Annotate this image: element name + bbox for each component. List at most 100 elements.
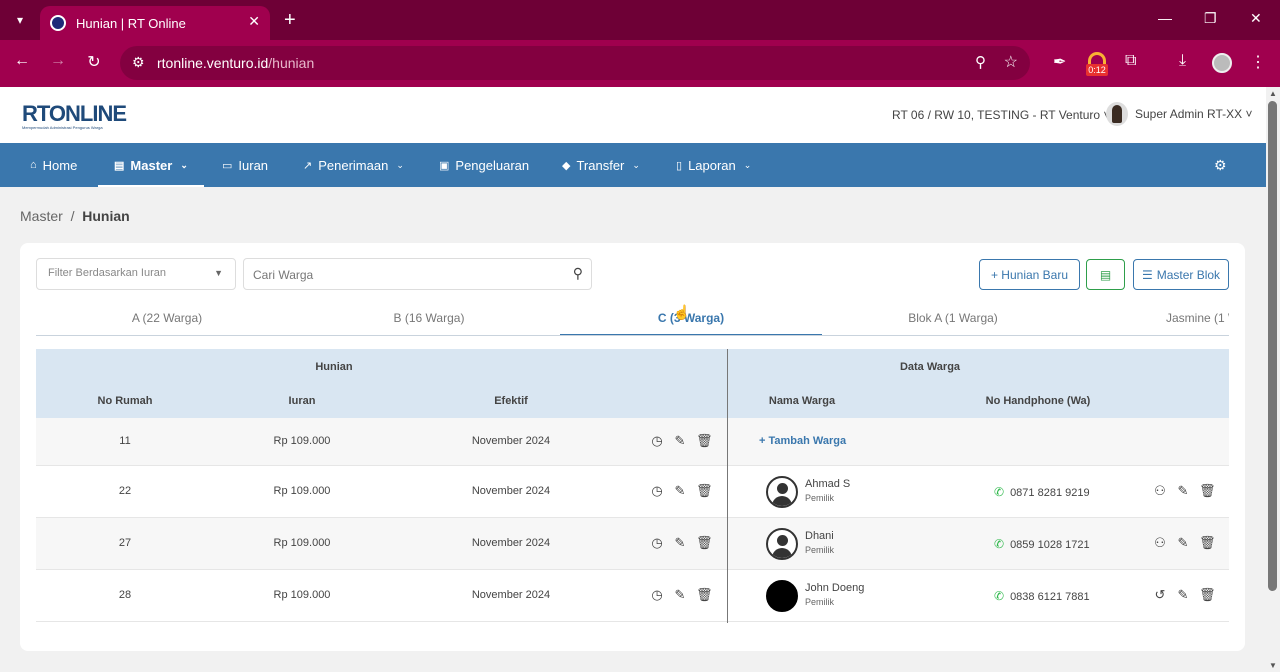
header-no-handphone: No Handphone (Wa) <box>985 395 1091 407</box>
edit-icon[interactable]: ✎ <box>673 587 687 603</box>
menu-iuran[interactable]: ▭ Iuran <box>222 143 268 187</box>
zoom-icon[interactable]: ⚲ <box>975 53 986 71</box>
user-menu[interactable]: Super Admin RT-XX ˅ <box>1106 102 1253 126</box>
bookmark-star-icon[interactable]: ☆ <box>1004 52 1018 72</box>
tab-blok-a-named[interactable]: Blok A (1 Warga) <box>822 303 1084 335</box>
forward-icon[interactable]: → <box>46 52 70 70</box>
scroll-down-icon[interactable]: ▼ <box>1269 661 1277 670</box>
warga-phone[interactable]: ✆ 0859 1028 1721 <box>994 537 1090 551</box>
browser-menu-icon[interactable]: ⋮ <box>1250 52 1266 72</box>
add-hunian-button[interactable]: + Hunian Baru <box>979 259 1080 290</box>
search-icon[interactable]: ⚲ <box>573 265 583 282</box>
tab-blok-b[interactable]: B (16 Warga) <box>298 303 560 335</box>
tab-blok-c[interactable]: C (3 Warga) <box>560 303 822 335</box>
rt-selector[interactable]: RT 06 / RW 10, TESTING - RT Venturo ˅ <box>892 108 1110 122</box>
new-tab-icon[interactable]: + <box>284 8 296 32</box>
download-icon[interactable]: ⤓ <box>1179 52 1186 70</box>
efektif-value: November 2024 <box>471 485 551 497</box>
header-group-warga: Data Warga <box>899 361 961 373</box>
table-row: 22 Rp 109.000 November 2024 ◷ ✎ 🗑 Ahmad S … <box>36 466 1229 518</box>
back-icon[interactable]: ← <box>10 52 34 70</box>
edit-icon[interactable]: ✎ <box>1176 483 1190 499</box>
menu-home[interactable]: ⌂ Home <box>30 143 77 187</box>
tab-jasmine[interactable]: Jasmine (1 Warga) <box>1084 303 1229 335</box>
chevron-down-icon: ⌄ <box>632 159 640 170</box>
whatsapp-icon: ✆ <box>994 537 1005 551</box>
list-icon: ☰ <box>1141 267 1153 282</box>
browser-tabstrip: ▾ Hunian | RT Online ✕ + — ❐ ✕ <box>0 0 1280 40</box>
scroll-thumb[interactable] <box>1268 101 1277 591</box>
file-spreadsheet-icon: ▤ <box>1099 267 1112 282</box>
tab-blok-a[interactable]: A (22 Warga) <box>36 303 298 335</box>
warga-role: Pemilik <box>805 597 835 607</box>
trash-icon[interactable]: 🗑 <box>696 587 713 603</box>
feather-extension-icon[interactable]: ✒ <box>1053 52 1066 72</box>
app-logo[interactable]: RTONLINE Mempermudah Administrasi Pengur… <box>22 101 127 130</box>
breadcrumb-current: Hunian <box>82 208 130 224</box>
mouse-cursor-icon: ☝ <box>673 304 691 320</box>
history-icon[interactable]: ◷ <box>650 587 664 603</box>
iuran-value: Rp 109.000 <box>273 435 331 447</box>
iuran-filter-select[interactable]: Filter Berdasarkan Iuran ▼ <box>36 258 236 290</box>
edit-icon[interactable]: ✎ <box>673 433 687 449</box>
settings-gear-icon[interactable]: ⚙ <box>1214 157 1227 174</box>
trash-icon[interactable]: 🗑 <box>1199 483 1216 499</box>
scroll-up-icon[interactable]: ▲ <box>1269 89 1277 98</box>
menu-pengeluaran[interactable]: ▣ Pengeluaran <box>439 143 529 187</box>
extensions-puzzle-icon[interactable]: ⧉ <box>1125 52 1136 70</box>
close-window-icon[interactable]: ✕ <box>1250 10 1262 27</box>
chevron-down-icon: ⌄ <box>743 159 752 170</box>
menu-master[interactable]: ▤ Master ⌄ <box>98 143 204 187</box>
breadcrumb-parent[interactable]: Master <box>20 208 63 224</box>
warga-phone[interactable]: ✆ 0871 8281 9219 <box>994 485 1090 499</box>
iuran-value: Rp 109.000 <box>273 485 331 497</box>
history-icon[interactable]: ◷ <box>650 535 664 551</box>
warga-name: Dhani <box>805 530 834 542</box>
chart-icon: ↗ <box>303 159 313 172</box>
profile-avatar[interactable] <box>1212 53 1232 73</box>
add-user-icon[interactable]: ⚇ <box>1153 483 1167 499</box>
no-rumah: 22 <box>118 485 132 497</box>
image-icon: ▣ <box>439 159 450 172</box>
close-tab-icon[interactable]: ✕ <box>248 13 260 30</box>
master-blok-button[interactable]: ☰ Master Blok <box>1133 259 1229 290</box>
search-warga-input[interactable]: Cari Warga ⚲ <box>243 258 592 290</box>
menu-penerimaan[interactable]: ↗ Penerimaan ⌄ <box>303 143 404 187</box>
add-warga-link[interactable]: + Tambah Warga <box>759 435 846 447</box>
trash-icon[interactable]: 🗑 <box>696 433 713 449</box>
warga-avatar <box>766 476 798 508</box>
edit-icon[interactable]: ✎ <box>1176 587 1190 603</box>
file-icon: ▯ <box>676 159 683 172</box>
menu-laporan[interactable]: ▯ Laporan ⌄ <box>676 143 751 187</box>
reload-icon[interactable]: ↻ <box>82 52 106 72</box>
edit-icon[interactable]: ✎ <box>673 483 687 499</box>
menu-transfer[interactable]: ◆ Transfer ⌄ <box>562 143 640 187</box>
header-nama-warga: Nama Warga <box>768 395 836 407</box>
site-info-icon[interactable]: ⚙ <box>132 54 145 71</box>
page-scrollbar[interactable]: ▲ ▼ <box>1266 87 1280 672</box>
minimize-icon[interactable]: — <box>1158 10 1172 26</box>
edit-icon[interactable]: ✎ <box>1176 535 1190 551</box>
card-icon: ▭ <box>222 159 233 172</box>
history-icon[interactable]: ◷ <box>650 483 664 499</box>
chevron-down-icon: ⌄ <box>180 159 188 170</box>
trash-icon[interactable]: 🗑 <box>696 535 713 551</box>
warga-phone[interactable]: ✆ 0838 6121 7881 <box>994 589 1090 603</box>
restore-icon[interactable]: ❐ <box>1204 10 1217 27</box>
export-excel-button[interactable]: ▤ <box>1086 259 1125 290</box>
add-user-icon[interactable]: ⚇ <box>1153 535 1167 551</box>
header-iuran: Iuran <box>288 395 316 407</box>
trash-icon[interactable]: 🗑 <box>1199 535 1216 551</box>
trash-icon[interactable]: 🗑 <box>1199 587 1216 603</box>
timer-extension-icon[interactable]: 0:12 <box>1086 50 1108 76</box>
history-icon[interactable]: ◷ <box>650 433 664 449</box>
browser-tab[interactable]: Hunian | RT Online ✕ <box>40 6 270 40</box>
trash-icon[interactable]: 🗑 <box>696 483 713 499</box>
no-rumah: 27 <box>118 537 132 549</box>
reset-icon[interactable]: ↺ <box>1153 587 1167 603</box>
edit-icon[interactable]: ✎ <box>673 535 687 551</box>
address-bar[interactable]: ⚙ rtonline.venturo.id/hunian ⚲ ☆ <box>120 46 1030 80</box>
warga-name: John Doeng <box>805 582 865 594</box>
document-icon: ▤ <box>114 159 125 172</box>
tab-search-icon[interactable]: ▾ <box>8 8 32 32</box>
